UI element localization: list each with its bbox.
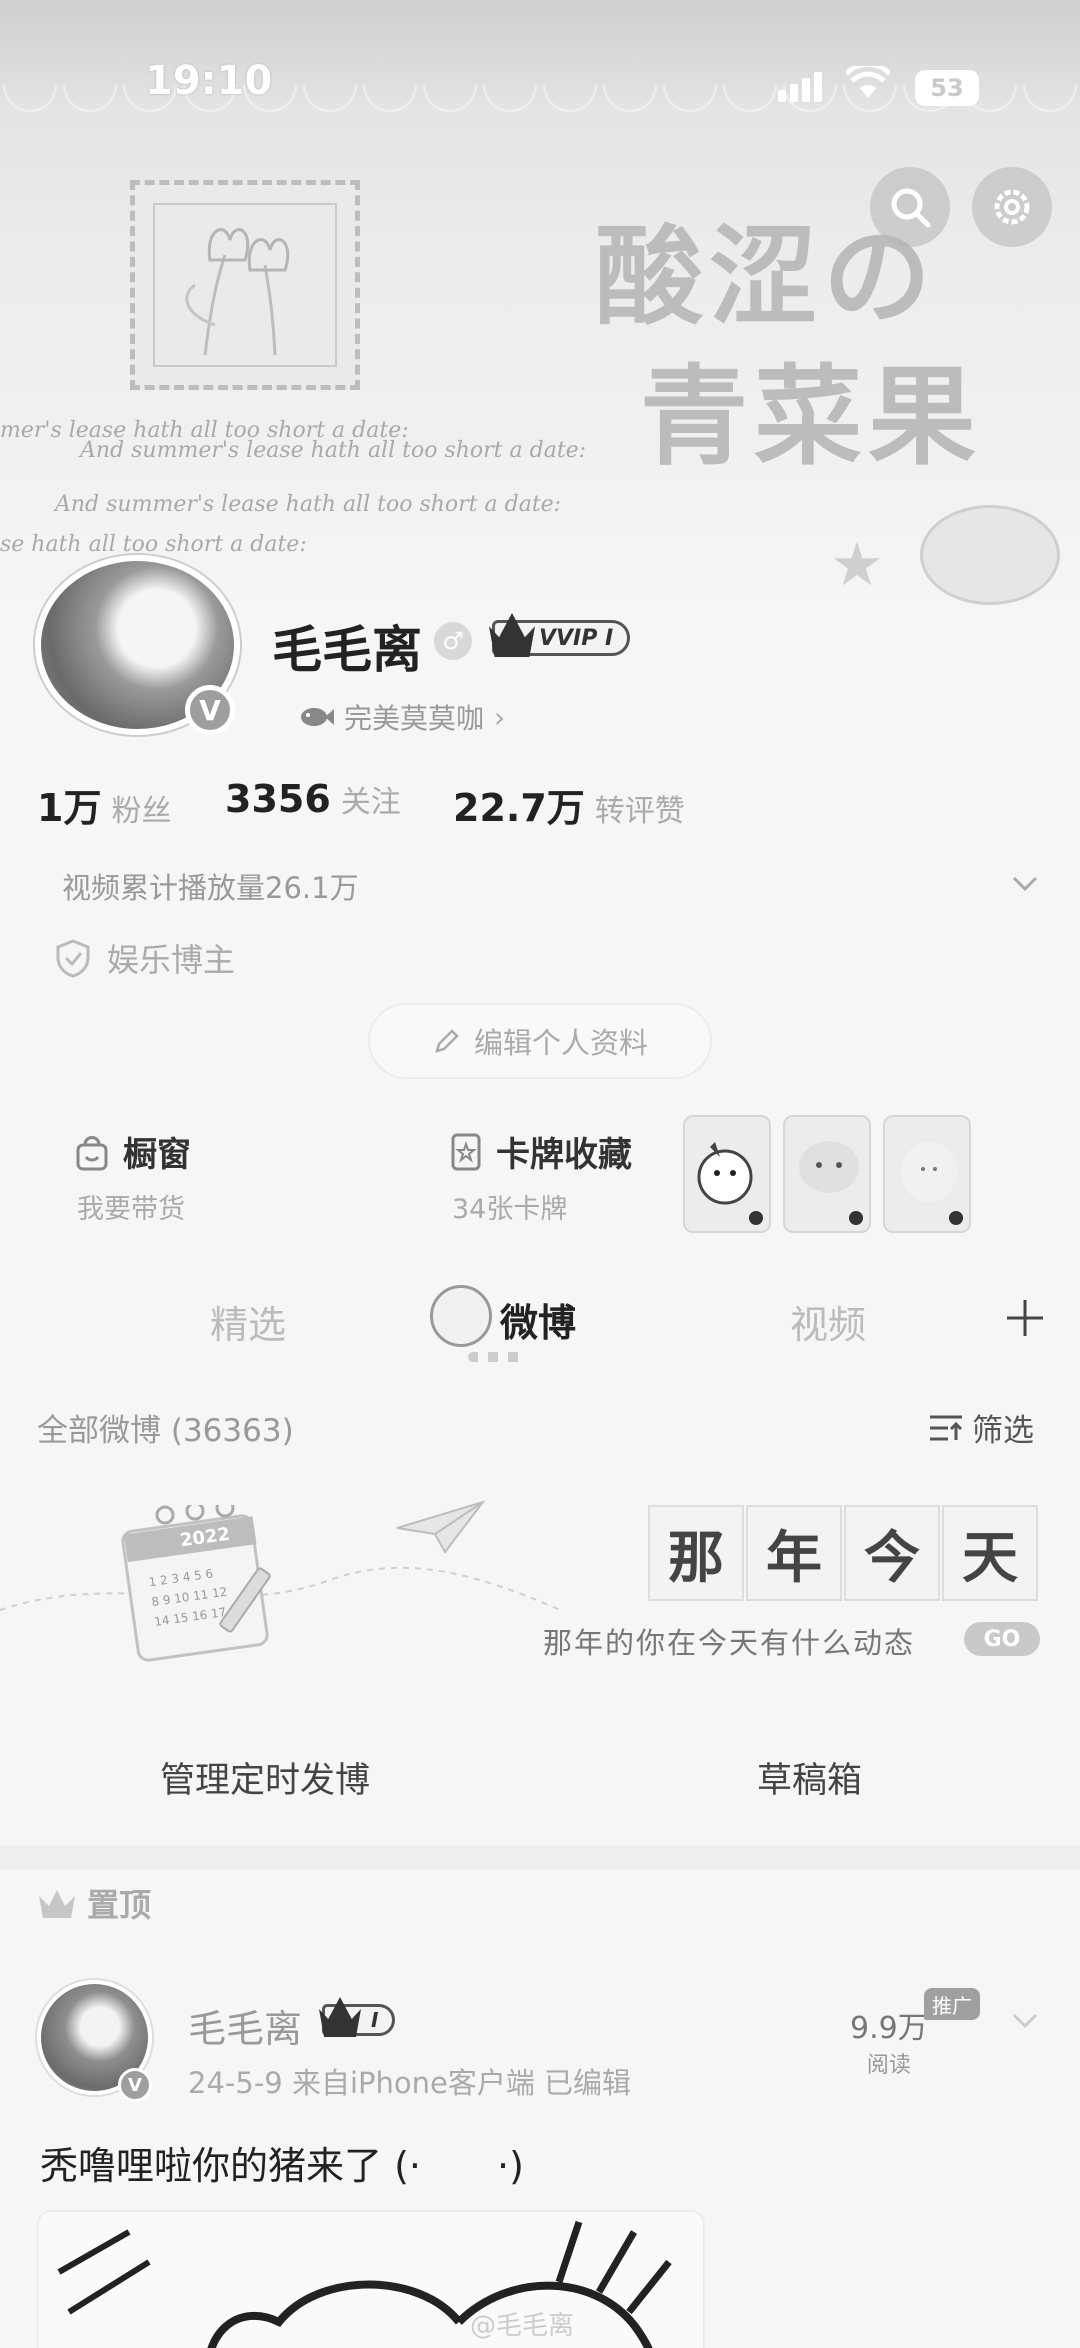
chevron-right-icon: › <box>494 700 506 734</box>
calendar-icon: 1 2 3 4 5 6 8 9 10 11 12 14 15 16 17 18 … <box>120 1498 300 1665</box>
stat-value: 1万 <box>37 786 102 830</box>
bag-icon <box>76 1135 108 1170</box>
post-image[interactable] <box>37 2210 705 2348</box>
star-decoration: ★ <box>830 530 884 600</box>
verified-badge: V <box>185 685 235 735</box>
crown-icon <box>39 1890 75 1918</box>
shop-window-subtitle: 我要带货 <box>77 1194 185 1225</box>
tab-video[interactable]: 视频 <box>790 1294 866 1349</box>
tulip-illustration <box>185 228 290 356</box>
tab-featured[interactable]: 精选 <box>210 1294 286 1349</box>
paper-plane-icon <box>396 1500 485 1554</box>
settings-button[interactable] <box>972 167 1052 247</box>
search-button[interactable] <box>870 167 950 247</box>
wifi-icon <box>846 66 890 98</box>
status-time: 19:10 <box>145 58 273 104</box>
memories-subtitle: 那年的你在今天有什么动态 <box>543 1626 916 1660</box>
stat-label: 粉丝 <box>111 794 172 829</box>
stamp-illustration <box>130 180 360 390</box>
plus-icon[interactable] <box>1003 1296 1047 1340</box>
edit-profile-button[interactable]: 编辑个人资料 <box>368 1003 712 1079</box>
search-icon <box>891 188 931 228</box>
memories-char: 那 <box>648 1505 744 1601</box>
banner-script-line: se hath all too short a date: <box>0 532 307 557</box>
post-meta: 24-5-9 来自iPhone客户端 已编辑 <box>188 2066 632 2100</box>
memories-char: 年 <box>746 1505 842 1601</box>
battery-indicator: 53 <box>915 70 979 106</box>
banner-title-line2: 青菜果 <box>640 354 983 480</box>
post-vip-level: Ⅰ <box>371 2008 379 2032</box>
section-divider <box>0 1845 1080 1869</box>
tag-label: 娱乐博主 <box>107 941 236 979</box>
memories-char: 天 <box>942 1505 1038 1601</box>
fan-club-name: 完美莫莫咖 <box>344 702 485 735</box>
banner-script-line: And summer's lease hath all too short a … <box>80 438 587 463</box>
card-collection-entry[interactable]: 卡牌收藏 <box>450 1127 632 1176</box>
username: 毛毛离 <box>272 621 422 679</box>
crown-icon <box>319 1997 361 2037</box>
crown-icon <box>489 613 535 657</box>
shop-window-entry[interactable]: 橱窗 <box>75 1127 191 1176</box>
blogger-tag: 娱乐博主 <box>55 935 235 981</box>
chevron-down-icon[interactable] <box>1010 868 1040 898</box>
tab-weibo[interactable]: 微博 <box>500 1292 576 1347</box>
video-play-count: 视频累计播放量26.1万 <box>62 871 359 905</box>
pinned-label: 置顶 <box>87 1886 152 1924</box>
memories-char: 今 <box>844 1505 940 1601</box>
post-author[interactable]: 毛毛离 <box>188 1998 302 2053</box>
memories-go-button[interactable]: GO <box>964 1622 1040 1656</box>
stat-value: 3356 <box>225 777 331 821</box>
fish-icon <box>301 708 334 726</box>
promote-badge[interactable]: 推广 <box>924 1988 980 2020</box>
stat-following[interactable]: 3356 关注 <box>225 777 401 821</box>
pinned-header: 置顶 <box>37 1880 151 1926</box>
card-collection-title: 卡牌收藏 <box>496 1135 632 1175</box>
verified-badge: V <box>118 2068 152 2102</box>
gender-icon: ♂ <box>434 622 472 660</box>
card-thumbnail[interactable] <box>683 1115 771 1233</box>
card-icon <box>451 1133 481 1170</box>
settings-icon <box>994 189 1030 225</box>
cartoon-pig-illustration <box>57 2220 672 2348</box>
apple-icon <box>430 1285 492 1347</box>
drafts-link[interactable]: 草稿箱 <box>757 1752 862 1803</box>
stat-label: 关注 <box>340 785 401 820</box>
vvip-label: VVIP Ⅰ <box>539 625 614 651</box>
read-count-label: 阅读 <box>866 2053 911 2078</box>
stat-label: 转评赞 <box>594 794 685 829</box>
pencil-icon <box>435 1029 459 1053</box>
filter-label: 筛选 <box>972 1413 1034 1449</box>
signal-icon <box>778 72 826 102</box>
fan-club-link[interactable]: 完美莫莫咖 › <box>298 697 505 737</box>
edit-profile-label: 编辑个人资料 <box>473 1026 648 1060</box>
stat-value: 22.7万 <box>453 786 585 830</box>
vvip-badge[interactable]: VVIP Ⅰ <box>489 613 631 657</box>
stat-likes[interactable]: 22.7万 转评赞 <box>453 777 685 832</box>
post-vip-badge: Ⅰ <box>319 1997 396 2037</box>
card-thumbnail[interactable] <box>783 1115 871 1233</box>
scheduled-posts-link[interactable]: 管理定时发博 <box>160 1752 370 1803</box>
read-count-value: 9.9万 <box>850 2011 928 2046</box>
card-collection-subtitle: 34张卡牌 <box>452 1194 568 1225</box>
shield-icon <box>56 939 90 978</box>
post-text: 秃噜哩啦你的猪来了 (· ·) <box>40 2144 524 2188</box>
stat-followers[interactable]: 1万 粉丝 <box>37 777 171 832</box>
filter-icon <box>930 1415 963 1440</box>
chevron-down-icon[interactable] <box>1010 2005 1040 2035</box>
filter-button[interactable]: 筛选 <box>928 1405 1034 1450</box>
cartoon-decoration <box>920 505 1060 605</box>
read-count: 9.9万 阅读 <box>850 2003 928 2079</box>
banner-script-line: And summer's lease hath all too short a … <box>55 492 562 517</box>
tab-indicator <box>468 1352 526 1362</box>
image-watermark: @毛毛离 <box>470 2311 575 2341</box>
card-thumbnail[interactable] <box>883 1115 971 1233</box>
all-weibo-count: 全部微博 (36363) <box>37 1413 294 1449</box>
shop-window-title: 橱窗 <box>123 1135 191 1175</box>
